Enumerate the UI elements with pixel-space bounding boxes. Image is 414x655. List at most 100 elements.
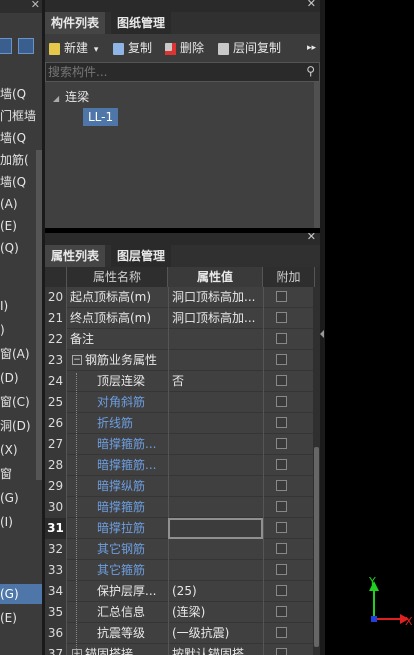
scrollbar-thumb[interactable]	[314, 447, 319, 647]
property-value[interactable]	[168, 497, 263, 518]
toolbar-overflow-icon[interactable]: ▸▸	[307, 34, 316, 62]
property-row[interactable]: 23− 钢筋业务属性	[45, 350, 315, 371]
close-icon[interactable]: ✕	[307, 0, 316, 10]
property-value[interactable]	[168, 539, 263, 560]
new-button[interactable]: 新建 ▾	[49, 34, 98, 62]
property-value[interactable]	[168, 434, 263, 455]
tree-node-label: 连梁	[65, 90, 90, 104]
floor-copy-button[interactable]: 层间复制	[218, 34, 281, 62]
x-axis-label: X	[405, 615, 413, 628]
header-property-value[interactable]: 属性值	[168, 267, 263, 287]
panel-titlebar: ✕	[45, 233, 320, 245]
close-icon[interactable]: ✕	[31, 0, 40, 11]
property-name: 其它箍筋	[97, 563, 146, 577]
property-value[interactable]	[168, 455, 263, 476]
property-row[interactable]: 31 暗撑拉筋	[45, 518, 315, 539]
extra-checkbox[interactable]	[276, 417, 287, 428]
property-row[interactable]: 35 汇总信息 (连梁)	[45, 602, 315, 623]
tab-layer-management[interactable]: 图层管理	[111, 245, 172, 267]
left-strip-item[interactable]: 墙(Q	[0, 128, 42, 148]
left-strip-item[interactable]: (G)	[0, 584, 42, 604]
property-row[interactable]: 37 + 锚固搭接 按默认锚固搭	[45, 644, 315, 655]
property-row[interactable]: 24 顶层连梁 否	[45, 371, 315, 392]
extra-checkbox[interactable]	[276, 564, 287, 575]
extra-checkbox[interactable]	[276, 291, 287, 302]
copy-button[interactable]: 复制	[113, 34, 152, 62]
extra-checkbox[interactable]	[276, 438, 287, 449]
list-view-icon[interactable]	[0, 38, 12, 54]
property-row[interactable]: 27 暗撑箍筋...	[45, 434, 315, 455]
property-row[interactable]: 32 其它钢筋	[45, 539, 315, 560]
close-icon[interactable]: ✕	[307, 233, 316, 243]
extra-checkbox[interactable]	[276, 627, 287, 638]
extra-cell	[263, 329, 315, 350]
component-search: ⚲	[45, 62, 320, 82]
extra-cell	[263, 434, 315, 455]
extra-checkbox[interactable]	[276, 522, 287, 533]
property-value[interactable]	[168, 560, 263, 581]
property-value[interactable]: (连梁)	[168, 602, 263, 623]
search-icon[interactable]: ⚲	[306, 64, 315, 78]
property-row[interactable]: 22 备注	[45, 329, 315, 350]
tab-component-list[interactable]: 构件列表	[45, 12, 106, 34]
collapse-icon[interactable]: −	[72, 355, 82, 365]
property-value[interactable]: 按默认锚固搭	[168, 644, 263, 655]
left-strip-item[interactable]: 墙(Q	[0, 84, 42, 104]
property-row[interactable]: 20 起点顶标高(m) 洞口顶标高加...	[45, 287, 315, 308]
row-number: 34	[45, 581, 67, 602]
extra-checkbox[interactable]	[276, 585, 287, 596]
expand-icon[interactable]: +	[72, 649, 82, 655]
viewport-splitter[interactable]	[320, 0, 325, 655]
chevron-down-icon[interactable]: ▾	[94, 45, 99, 55]
property-row[interactable]: 33 其它箍筋	[45, 560, 315, 581]
extra-checkbox[interactable]	[276, 459, 287, 470]
extra-checkbox[interactable]	[276, 333, 287, 344]
collapse-arrow-icon[interactable]	[320, 330, 324, 338]
extra-checkbox[interactable]	[276, 543, 287, 554]
property-value[interactable]: (一级抗震)	[168, 623, 263, 644]
property-row[interactable]: 21 终点顶标高(m) 洞口顶标高加...	[45, 308, 315, 329]
extra-checkbox[interactable]	[276, 480, 287, 491]
header-property-name[interactable]: 属性名称	[67, 267, 168, 287]
tab-property-list[interactable]: 属性列表	[45, 245, 106, 267]
extra-checkbox[interactable]	[276, 648, 287, 655]
property-value[interactable]: 洞口顶标高加...	[168, 287, 263, 308]
extra-checkbox[interactable]	[276, 501, 287, 512]
property-value[interactable]	[168, 329, 263, 350]
property-value[interactable]: (25)	[168, 581, 263, 602]
tree-node-coupling-beam[interactable]: ◢ 连梁	[53, 88, 89, 105]
collapse-triangle-icon[interactable]: ◢	[53, 94, 59, 103]
property-grid-scrollbar[interactable]	[313, 287, 320, 655]
property-value[interactable]	[168, 413, 263, 434]
property-value[interactable]: 洞口顶标高加...	[168, 308, 263, 329]
property-value[interactable]: 否	[168, 371, 263, 392]
property-row[interactable]: 28 暗撑箍筋...	[45, 455, 315, 476]
row-number: 37	[45, 644, 67, 655]
tab-drawing-management[interactable]: 图纸管理	[111, 12, 172, 34]
property-value[interactable]	[168, 518, 263, 539]
left-strip-item[interactable]: (I)	[0, 512, 42, 532]
property-row[interactable]: 29 暗撑纵筋	[45, 476, 315, 497]
property-row[interactable]: 26 折线筋	[45, 413, 315, 434]
tree-leaf-ll-1[interactable]: LL-1	[83, 108, 119, 126]
save-view-icon[interactable]	[18, 38, 34, 54]
copy-icon	[113, 42, 124, 55]
extra-checkbox[interactable]	[276, 606, 287, 617]
left-strip-item[interactable]: (G)	[0, 488, 42, 508]
extra-checkbox[interactable]	[276, 354, 287, 365]
header-extra[interactable]: 附加	[263, 267, 315, 287]
property-value[interactable]	[168, 392, 263, 413]
property-row[interactable]: 30 暗撑箍筋	[45, 497, 315, 518]
delete-button[interactable]: 删除	[165, 34, 204, 62]
extra-checkbox[interactable]	[276, 396, 287, 407]
extra-checkbox[interactable]	[276, 375, 287, 386]
property-value[interactable]	[168, 476, 263, 497]
property-row[interactable]: 25 对角斜筋	[45, 392, 315, 413]
search-input[interactable]	[48, 64, 298, 80]
property-row[interactable]: 34 保护层厚... (25)	[45, 581, 315, 602]
property-row[interactable]: 36 抗震等级 (一级抗震)	[45, 623, 315, 644]
property-value[interactable]	[168, 350, 263, 371]
extra-checkbox[interactable]	[276, 312, 287, 323]
left-strip-item[interactable]: (E)	[0, 608, 42, 628]
left-strip-item[interactable]: 门框墙	[0, 106, 42, 126]
